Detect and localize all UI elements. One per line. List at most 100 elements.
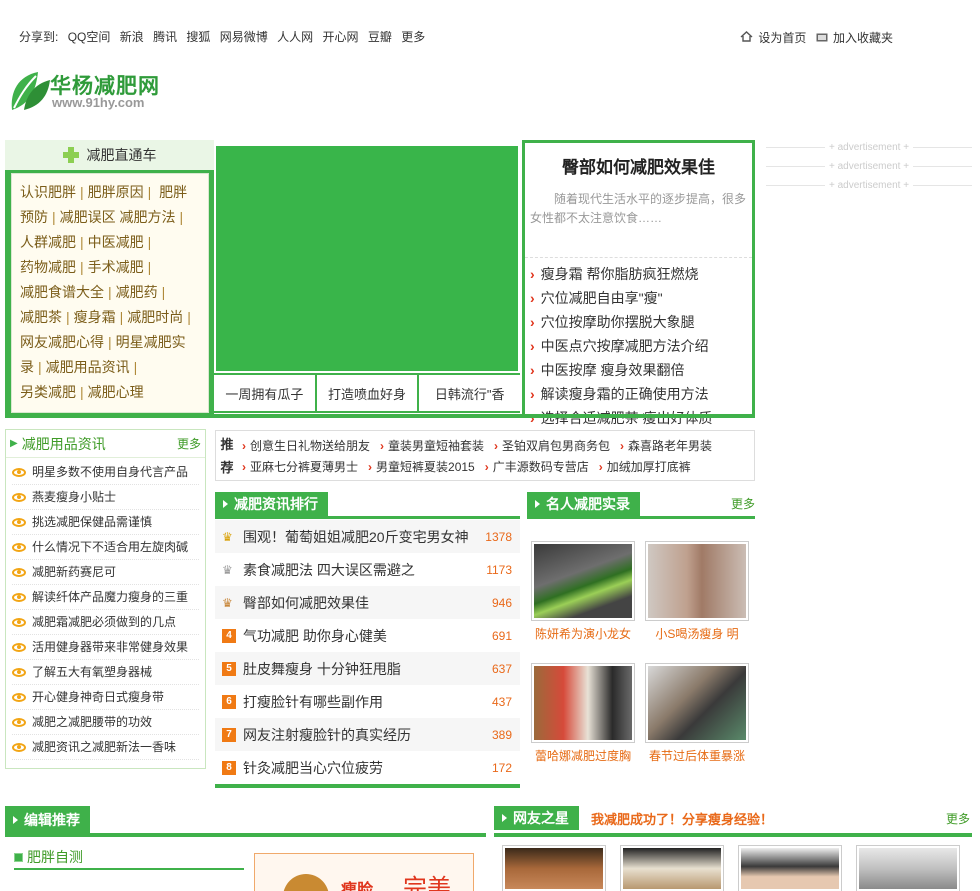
add-favorite-link[interactable]: 加入收藏夹 (833, 31, 893, 45)
list-item[interactable]: 解读纤体产品魔力瘦身的三重 (12, 585, 199, 610)
list-item[interactable]: 减肥之减肥腰带的功效 (12, 710, 199, 735)
share-kaixin[interactable]: 开心网 (323, 30, 359, 44)
ranking-row[interactable]: 6 打瘦脸针有哪些副作用 437 (215, 685, 520, 718)
share-tencent[interactable]: 腾讯 (153, 30, 177, 44)
celeb-photo[interactable] (645, 541, 749, 621)
list-item[interactable]: 减肥资讯之减肥新法一香味 (12, 735, 199, 760)
ranking-row[interactable]: 8 针灸减肥当心穴位疲劳 172 (215, 751, 520, 784)
recommend-link[interactable]: 广丰源数码专营店 (485, 458, 589, 475)
stars-header: 网友之星 我减肥成功了！分享瘦身经验！ 更多 (494, 806, 972, 837)
nav-link[interactable]: 认识肥胖 (20, 184, 76, 200)
share-sohu[interactable]: 搜狐 (186, 30, 210, 44)
promo-banner[interactable]: 瘦脸 完美 (254, 853, 474, 891)
nav-link[interactable]: 另类减肥 (20, 384, 76, 400)
share-renren[interactable]: 人人网 (277, 30, 313, 44)
slideshow-image[interactable] (214, 144, 520, 373)
list-item[interactable]: 减肥新药赛尼可 (12, 560, 199, 585)
featured-link[interactable]: 穴位按摩助你摆脱大象腿 (530, 310, 752, 334)
list-item[interactable]: 明星多数不使用自身代言产品 (12, 460, 199, 485)
list-item[interactable]: 减肥霜减肥必须做到的几点 (12, 610, 199, 635)
list-item[interactable]: 了解五大有氧塑身器械 (12, 660, 199, 685)
nav-link[interactable]: 减肥方法 (120, 209, 176, 225)
list-item[interactable]: 燕麦瘦身小贴士 (12, 485, 199, 510)
celeb-card[interactable]: 蕾哈娜减肥过度胸 (531, 663, 635, 764)
nav-link[interactable]: 减肥食谱大全 (20, 284, 104, 300)
featured-link[interactable]: 解读瘦身霜的正确使用方法 (530, 382, 752, 406)
featured-link[interactable]: 中医点穴按摩减肥方法介绍 (530, 334, 752, 358)
nav-link[interactable]: 手术减肥 (88, 259, 144, 275)
celeb-photo[interactable] (531, 663, 635, 743)
category-links: 认识肥胖 | 肥胖原因 | 肥胖预防 | 减肥误区 减肥方法 |人群减肥 | 中医减肥 |药物减肥… (11, 173, 209, 413)
divider (5, 414, 755, 418)
stars-more-link[interactable]: 更多 (946, 806, 970, 833)
nav-link[interactable]: 药物减肥 (20, 259, 76, 275)
crown-icon: ♛ (222, 595, 233, 610)
nav-link[interactable]: 减肥用品资讯 (46, 359, 130, 375)
star-photo[interactable] (856, 845, 960, 891)
ranking-row[interactable]: 7 网友注射瘦脸针的真实经历 389 (215, 718, 520, 751)
celeb-card[interactable]: 春节过后体重暴涨 (645, 663, 749, 764)
ranking-row[interactable]: ♛ 围观！葡萄姐姐减肥20斤变宅男女神 1378 (215, 520, 520, 553)
nav-link[interactable]: 减肥茶 (20, 309, 62, 325)
recommend-link[interactable]: 圣铂双肩包男商务包 (494, 437, 610, 454)
obesity-test-link[interactable]: 肥胖自测 (27, 847, 83, 867)
celeb-photo[interactable] (531, 541, 635, 621)
list-item[interactable]: 挑选减肥保健品需谨慎 (12, 510, 199, 535)
nav-link[interactable]: 减肥药 (116, 284, 158, 300)
slide-tab[interactable]: 打造喷血好身 (316, 375, 418, 411)
nav-link[interactable]: 减肥心理 (88, 384, 144, 400)
featured-link[interactable]: 穴位减肥自由享"瘦" (530, 286, 752, 310)
celebs-more-link[interactable]: 更多 (731, 492, 755, 516)
products-more-link[interactable]: 更多 (177, 435, 201, 452)
celeb-photo[interactable] (645, 663, 749, 743)
nav-link[interactable]: 减肥误区 (60, 209, 116, 225)
celeb-caption[interactable]: 蕾哈娜减肥过度胸 (531, 747, 635, 764)
celeb-caption[interactable]: 春节过后体重暴涨 (645, 747, 749, 764)
nav-link[interactable]: 瘦身霜 (74, 309, 116, 325)
star-photo[interactable] (620, 845, 724, 891)
nav-link[interactable]: 人群减肥 (20, 234, 76, 250)
nav-link[interactable]: 肥胖原因 (88, 184, 144, 200)
recommend-link[interactable]: 亚麻七分裤夏薄男士 (242, 458, 358, 475)
ranking-row[interactable]: ♛ 素食减肥法 四大误区需避之 1173 (215, 553, 520, 586)
celeb-caption[interactable]: 小S喝汤瘦身 明 (645, 625, 749, 642)
slide-tab[interactable]: 日韩流行"香 (419, 375, 521, 411)
recommend-link[interactable]: 童装男童短袖套装 (380, 437, 484, 454)
celeb-caption[interactable]: 陈妍希为演小龙女 (531, 625, 635, 642)
recommend-link[interactable]: 创意生日礼物送给朋友 (242, 437, 370, 454)
featured-link[interactable]: 选择合适减肥茶 瘦出好体质 (530, 406, 752, 430)
featured-link[interactable]: 中医按摩 瘦身效果翻倍 (530, 358, 752, 382)
recommend-row: 亚麻七分裤夏薄男士 男童短裤夏装2015 广丰源数码专营店 加绒加厚打底裤 (242, 458, 701, 475)
ranking-row[interactable]: 5 肚皮舞瘦身 十分钟狂甩脂 637 (215, 652, 520, 685)
star-photo[interactable] (738, 845, 842, 891)
recommend-link[interactable]: 加绒加厚打底裤 (599, 458, 691, 475)
category-nav-title: 减肥直通车 (86, 147, 157, 163)
ranking-number-badge: 6 (222, 694, 236, 709)
share-douban[interactable]: 豆瓣 (368, 30, 392, 44)
celeb-card[interactable]: 小S喝汤瘦身 明 (645, 541, 749, 642)
featured-link[interactable]: 瘦身霜 帮你脂肪疯狂燃烧 (530, 262, 752, 286)
products-news-box: ▶ 减肥用品资讯 更多 明星多数不使用自身代言产品 燕麦瘦身小贴士 挑选减肥保健… (5, 429, 206, 769)
share-qzone[interactable]: QQ空间 (68, 30, 111, 44)
share-163[interactable]: 网易微博 (220, 30, 268, 44)
recommend-link[interactable]: 森喜路老年男装 (620, 437, 712, 454)
recommend-link[interactable]: 男童短裤夏装2015 (368, 458, 475, 475)
site-logo[interactable]: 华杨减肥网 www.91hy.com (8, 70, 178, 116)
list-item[interactable]: 活用健身器带来非常健身效果 (12, 635, 199, 660)
list-item[interactable]: 开心健身神奇日式瘦身带 (12, 685, 199, 710)
share-more[interactable]: 更多 (401, 30, 425, 44)
set-homepage-link[interactable]: 设为首页 (758, 31, 806, 45)
banner-text-b: 完美 (403, 875, 451, 891)
featured-title[interactable]: 臀部如何减肥效果佳 (525, 153, 752, 178)
products-header: ▶ 减肥用品资讯 更多 (6, 430, 205, 458)
ranking-row[interactable]: 4 气功减肥 助你身心健美 691 (215, 619, 520, 652)
nav-link[interactable]: 中医减肥 (88, 234, 144, 250)
nav-link[interactable]: 减肥时尚 (127, 309, 183, 325)
slide-tab[interactable]: 一周拥有瓜子 (214, 375, 315, 411)
share-sina[interactable]: 新浪 (120, 30, 144, 44)
list-item[interactable]: 什么情况下不适合用左旋肉碱 (12, 535, 199, 560)
nav-link[interactable]: 网友减肥心得 (20, 334, 104, 350)
celeb-card[interactable]: 陈妍希为演小龙女 (531, 541, 635, 642)
star-photo[interactable] (502, 845, 606, 891)
ranking-row[interactable]: ♛ 臀部如何减肥效果佳 946 (215, 586, 520, 619)
